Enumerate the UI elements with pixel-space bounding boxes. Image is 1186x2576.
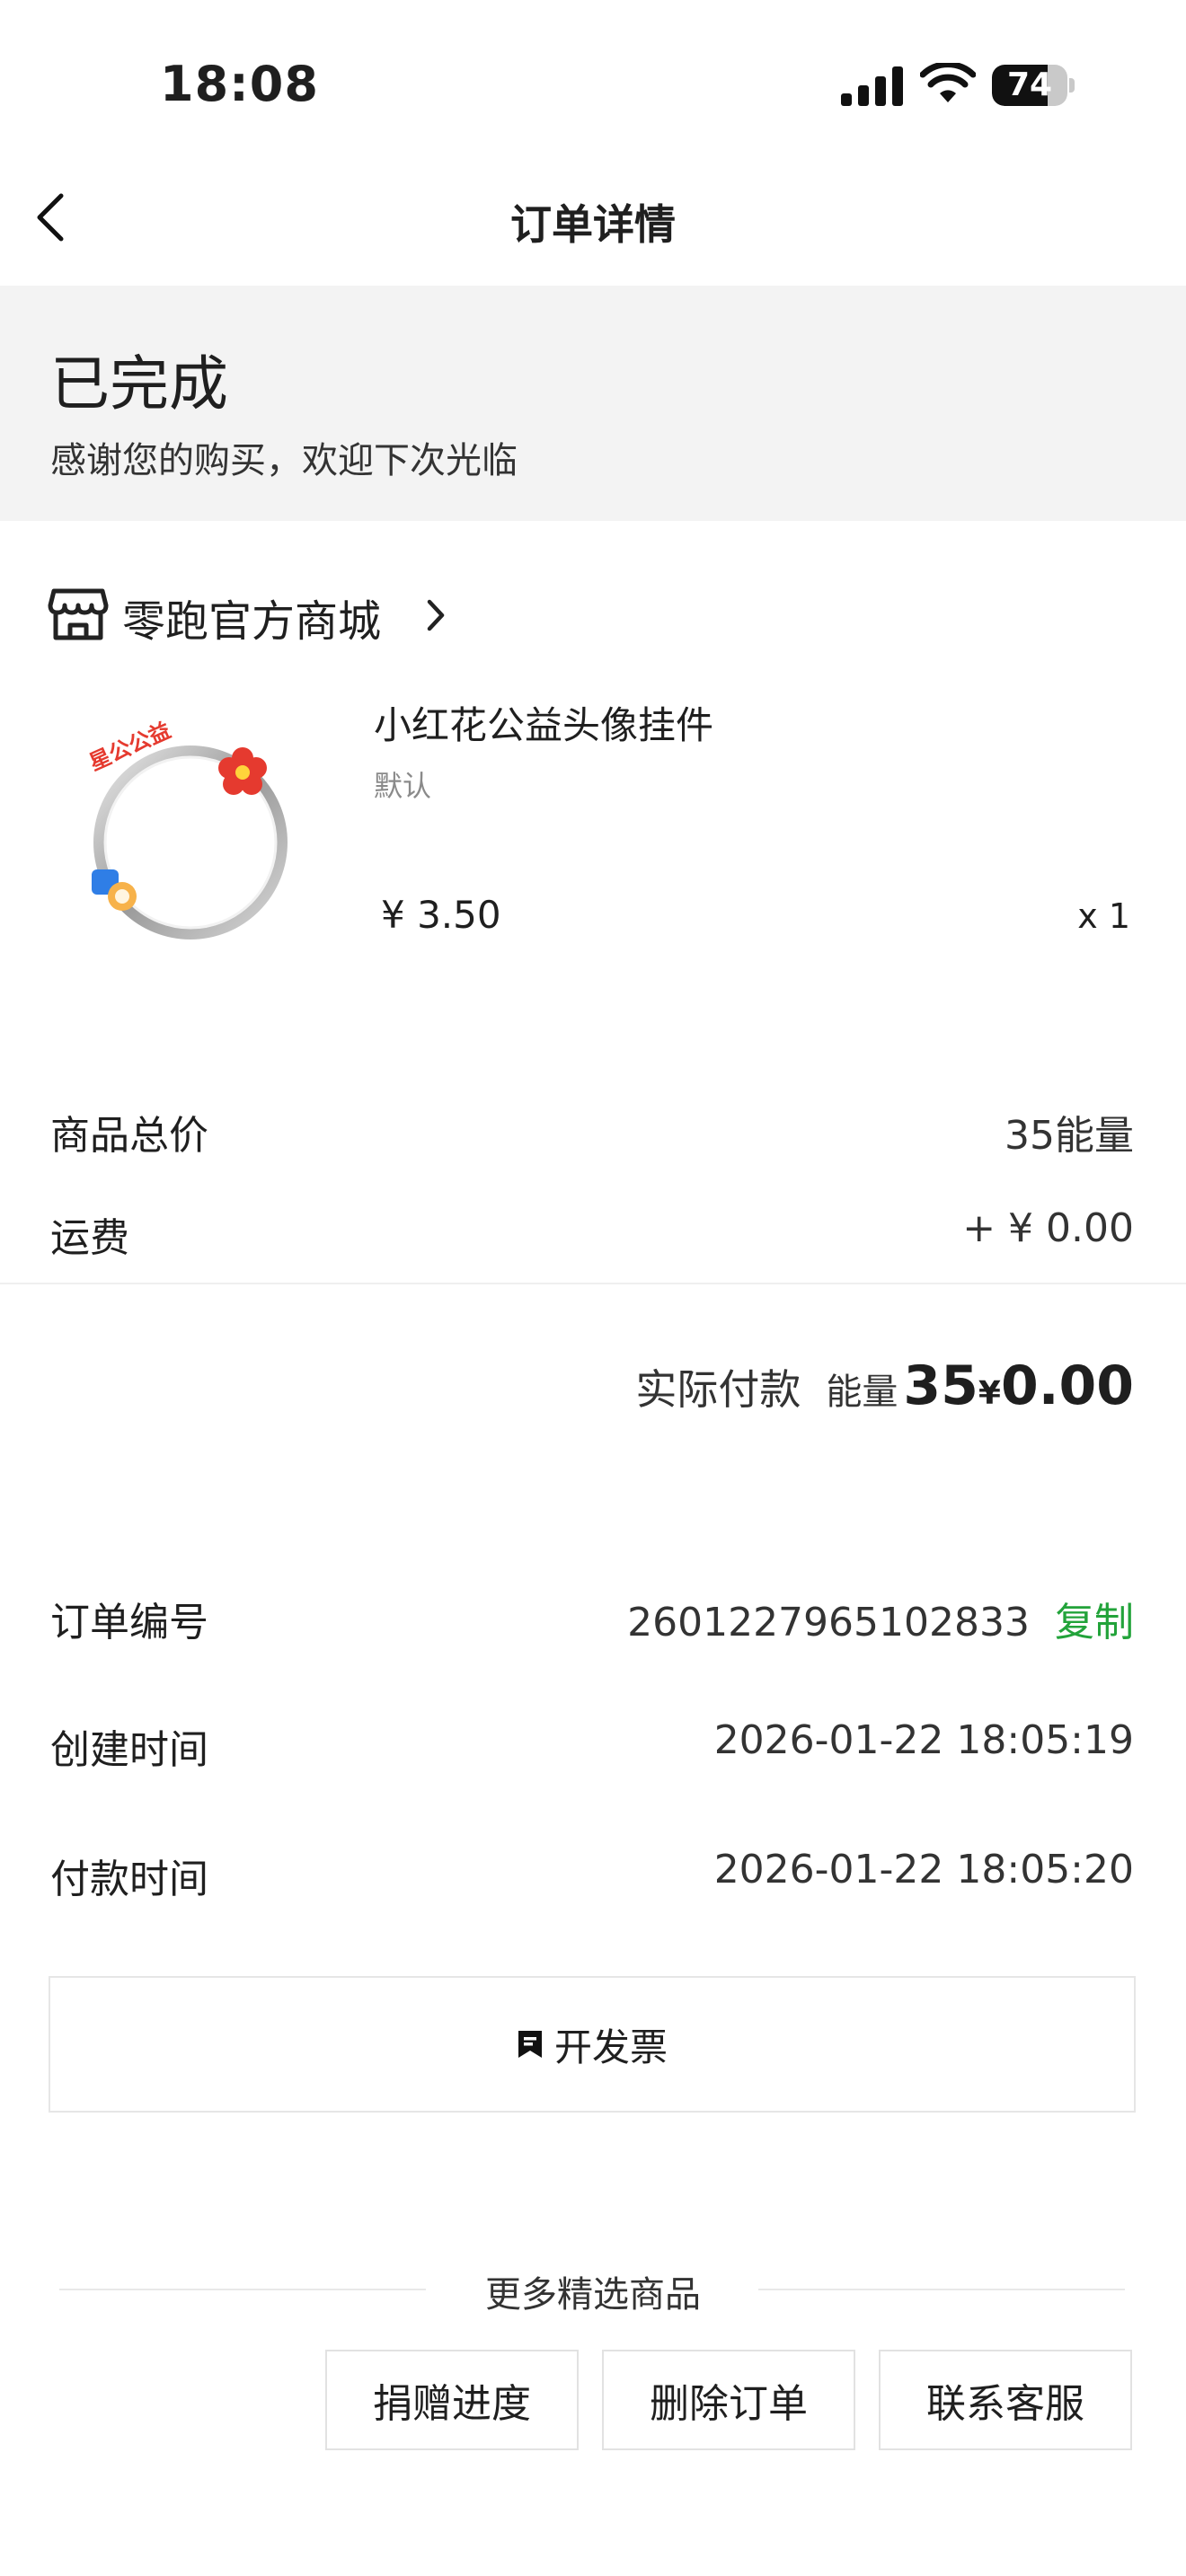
divider: [758, 2289, 1125, 2290]
actual-payment-label: 实际付款: [635, 1365, 801, 1414]
wifi-icon: [920, 63, 976, 102]
battery-icon: 74: [992, 65, 1075, 106]
invoice-label: 开发票: [553, 2025, 668, 2069]
order-number-value: 2601227965102833: [627, 1600, 1030, 1645]
product-variant: 默认: [374, 769, 432, 803]
payment-energy-label: 能量: [826, 1372, 898, 1413]
chevron-right-icon[interactable]: [422, 596, 449, 634]
store-name[interactable]: 零跑官方商城: [122, 586, 381, 648]
donation-progress-button[interactable]: 捐赠进度: [325, 2350, 579, 2450]
payment-amount: 0.00: [1000, 1354, 1134, 1417]
invoice-icon: [518, 2031, 542, 2058]
page-title: 订单详情: [510, 200, 676, 249]
shipping-label: 运费: [50, 1215, 129, 1261]
order-number-row: 2601227965102833 复制: [627, 1590, 1134, 1647]
battery-percent: 74: [1006, 66, 1053, 103]
total-price-value: 35能量: [1005, 1113, 1134, 1159]
order-status-subtitle: 感谢您的购买，欢迎下次光临: [50, 440, 518, 481]
delete-order-button[interactable]: 删除订单: [602, 2350, 855, 2450]
product-price: ¥ 3.50: [381, 893, 501, 937]
total-price-label: 商品总价: [50, 1113, 208, 1159]
paid-time-value: 2026-01-22 18:05:20: [713, 1847, 1134, 1892]
cellular-signal-icon: [841, 66, 903, 106]
more-products-title: 更多精选商品: [485, 2274, 701, 2316]
paid-time-label: 付款时间: [50, 1857, 208, 1902]
status-time: 18:08: [160, 56, 319, 112]
store-icon: [48, 588, 109, 640]
created-time-label: 创建时间: [50, 1727, 208, 1773]
order-status-title: 已完成: [50, 349, 228, 419]
order-number-label: 订单编号: [50, 1600, 208, 1645]
payment-energy-value: 35: [903, 1354, 978, 1417]
created-time-value: 2026-01-22 18:05:19: [713, 1717, 1134, 1763]
status-bar: 18:08 74: [0, 0, 1186, 157]
product-thumbnail[interactable]: 星公公益: [83, 719, 296, 952]
invoice-button[interactable]: 开发票: [49, 1976, 1136, 2113]
shipping-value: + ¥ 0.00: [962, 1205, 1134, 1251]
payment-currency: ¥: [978, 1375, 1001, 1412]
product-quantity: x 1: [1077, 896, 1130, 936]
product-name[interactable]: 小红花公益头像挂件: [374, 695, 713, 750]
copy-order-number-button[interactable]: 复制: [1055, 1600, 1134, 1645]
contact-service-button[interactable]: 联系客服: [879, 2350, 1132, 2450]
divider: [0, 1283, 1186, 1284]
actual-payment: 实际付款 能量 35¥0.00: [635, 1354, 1134, 1417]
